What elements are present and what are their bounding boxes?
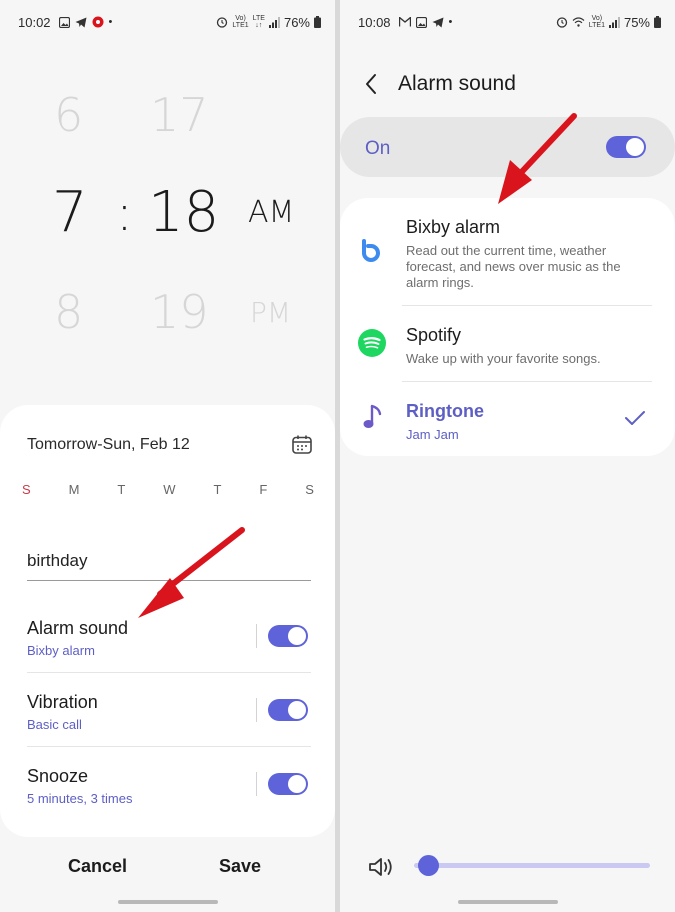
option-ringtone[interactable]: Ringtone Jam Jam xyxy=(406,401,646,443)
battery-icon xyxy=(314,16,321,28)
status-time: 10:08 xyxy=(358,14,391,30)
battery-percent: 75% xyxy=(623,14,650,30)
option-desc: Read out the current time, weather forec… xyxy=(406,243,621,290)
alarm-name-input[interactable]: birthday xyxy=(27,551,311,581)
alarm-clock-icon xyxy=(556,17,567,28)
notification-dot-icon: • xyxy=(448,16,453,28)
day-sun[interactable]: S xyxy=(22,482,31,497)
option-title: Bixby alarm xyxy=(406,217,501,237)
day-mon[interactable]: M xyxy=(69,482,80,497)
left-screen: 10:02 • Vo) LTE1 LTE ↓↑ 76% 6 17 7 : 18 AM… xyxy=(0,0,335,912)
divider-vertical xyxy=(256,624,257,648)
bixby-icon xyxy=(362,239,380,262)
time-colon: : xyxy=(116,184,133,242)
cancel-button[interactable]: Cancel xyxy=(68,856,127,877)
day-wed[interactable]: W xyxy=(163,482,175,497)
check-icon xyxy=(625,411,645,425)
minute-value[interactable]: 18 xyxy=(148,180,219,245)
back-arrow-icon[interactable] xyxy=(364,72,378,96)
signal-icon xyxy=(608,16,620,28)
vibration-toggle[interactable] xyxy=(268,699,308,721)
minute-above[interactable]: 17 xyxy=(150,88,209,142)
master-toggle[interactable] xyxy=(606,136,646,158)
volte-icon: Vo) LTE1 xyxy=(232,15,249,29)
gallery-icon xyxy=(415,16,427,28)
setting-sub: 5 minutes, 3 times xyxy=(27,791,133,806)
day-thu[interactable]: T xyxy=(214,482,222,497)
volume-slider-track[interactable] xyxy=(414,863,650,868)
setting-sub: Basic call xyxy=(27,717,82,732)
volume-icon xyxy=(369,858,392,876)
option-desc: Wake up with your favorite songs. xyxy=(406,351,601,366)
option-desc: Jam Jam xyxy=(406,427,459,442)
minute-below[interactable]: 19 xyxy=(150,285,209,339)
snooze-toggle[interactable] xyxy=(268,773,308,795)
telegram-icon xyxy=(432,17,444,27)
volume-slider-thumb[interactable] xyxy=(418,855,440,876)
telegram-icon xyxy=(75,17,87,27)
alarm-sound-toggle[interactable] xyxy=(268,625,308,647)
gmail-icon xyxy=(398,17,411,27)
day-sat[interactable]: S xyxy=(305,482,314,497)
divider-vertical xyxy=(256,698,257,722)
status-time: 10:02 xyxy=(18,14,51,30)
ampm-below[interactable]: PM xyxy=(250,296,291,329)
wifi-icon xyxy=(572,17,585,27)
weekday-selector: S M T W T F S xyxy=(22,482,314,497)
lte-icon: LTE ↓↑ xyxy=(252,15,265,29)
option-title: Spotify xyxy=(406,325,462,345)
right-screen: 10:08 • Vo) LTE1 75% Alarm sound On Bixby… xyxy=(340,0,675,912)
master-switch-label: On xyxy=(365,138,391,159)
home-indicator xyxy=(118,900,218,904)
home-indicator xyxy=(458,900,558,904)
music-note-icon xyxy=(363,404,382,428)
battery-icon xyxy=(654,16,661,28)
spotify-icon xyxy=(358,329,386,357)
option-spotify[interactable]: Spotify Wake up with your favorite songs… xyxy=(406,325,646,367)
divider xyxy=(402,381,652,382)
divider xyxy=(402,305,652,306)
alarm-clock-icon xyxy=(217,17,228,28)
option-bixby-alarm[interactable]: Bixby alarm Read out the current time, w… xyxy=(406,217,646,291)
page-title: Alarm sound xyxy=(398,72,516,95)
divider xyxy=(27,746,311,747)
gallery-icon xyxy=(58,16,70,28)
battery-percent: 76% xyxy=(283,14,310,30)
volte-icon: Vo) LTE1 xyxy=(588,15,605,29)
signal-icon xyxy=(268,16,280,28)
save-button[interactable]: Save xyxy=(219,856,261,877)
setting-sub: Bixby alarm xyxy=(27,643,95,658)
record-icon xyxy=(92,16,104,28)
ampm-value[interactable]: AM xyxy=(248,195,294,230)
option-title: Ringtone xyxy=(406,401,484,421)
hour-above[interactable]: 6 xyxy=(54,88,83,142)
day-tue[interactable]: T xyxy=(117,482,125,497)
divider xyxy=(27,672,311,673)
alarm-date: Tomorrow-Sun, Feb 12 xyxy=(27,436,190,453)
hour-below[interactable]: 8 xyxy=(54,285,83,339)
divider-vertical xyxy=(256,772,257,796)
notification-dot-icon: • xyxy=(108,16,113,28)
hour-value[interactable]: 7 xyxy=(52,180,88,245)
day-fri[interactable]: F xyxy=(259,482,267,497)
status-bar: 10:08 • Vo) LTE1 75% xyxy=(340,0,675,44)
status-bar: 10:02 • Vo) LTE1 LTE ↓↑ 76% xyxy=(0,0,335,44)
calendar-icon[interactable] xyxy=(292,435,312,454)
